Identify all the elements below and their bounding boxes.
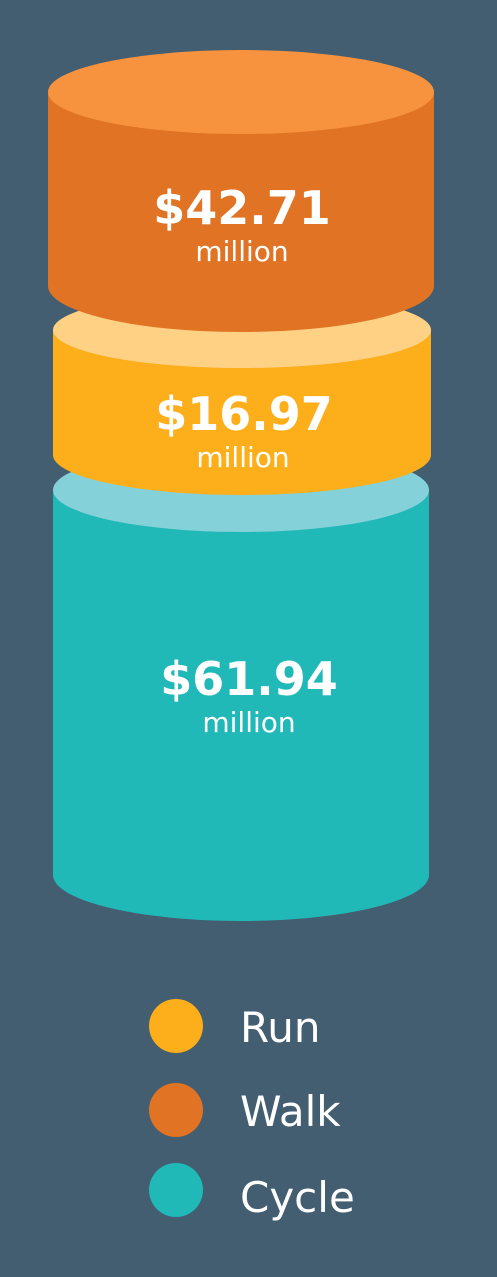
- cylinder-chart: $61.94 million $16.97 million $42.71 mil…: [0, 0, 497, 1273]
- legend-label-walk: Walk: [240, 1087, 341, 1136]
- cycle-value-label: $61.94: [160, 652, 338, 706]
- cylinder-cycle: $61.94 million: [53, 448, 429, 921]
- legend-marker-run: [149, 999, 203, 1053]
- legend-marker-cycle: [149, 1163, 203, 1217]
- legend-item-run: Run: [149, 999, 321, 1053]
- legend-item-cycle: Cycle: [149, 1163, 355, 1222]
- legend-item-walk: Walk: [149, 1083, 341, 1137]
- legend-marker-walk: [149, 1083, 203, 1137]
- walk-value-label: $42.71: [153, 181, 331, 235]
- chart-svg: $61.94 million $16.97 million $42.71 mil…: [48, 50, 434, 1222]
- legend-label-cycle: Cycle: [240, 1173, 355, 1222]
- walk-unit-label: million: [195, 235, 288, 268]
- legend: Run Walk Cycle: [149, 999, 355, 1222]
- cylinder-walk-top: [48, 50, 434, 134]
- run-value-label: $16.97: [155, 387, 333, 441]
- legend-label-run: Run: [240, 1003, 321, 1052]
- cylinder-walk: $42.71 million: [48, 50, 434, 332]
- cycle-unit-label: million: [202, 706, 295, 739]
- run-unit-label: million: [196, 441, 289, 474]
